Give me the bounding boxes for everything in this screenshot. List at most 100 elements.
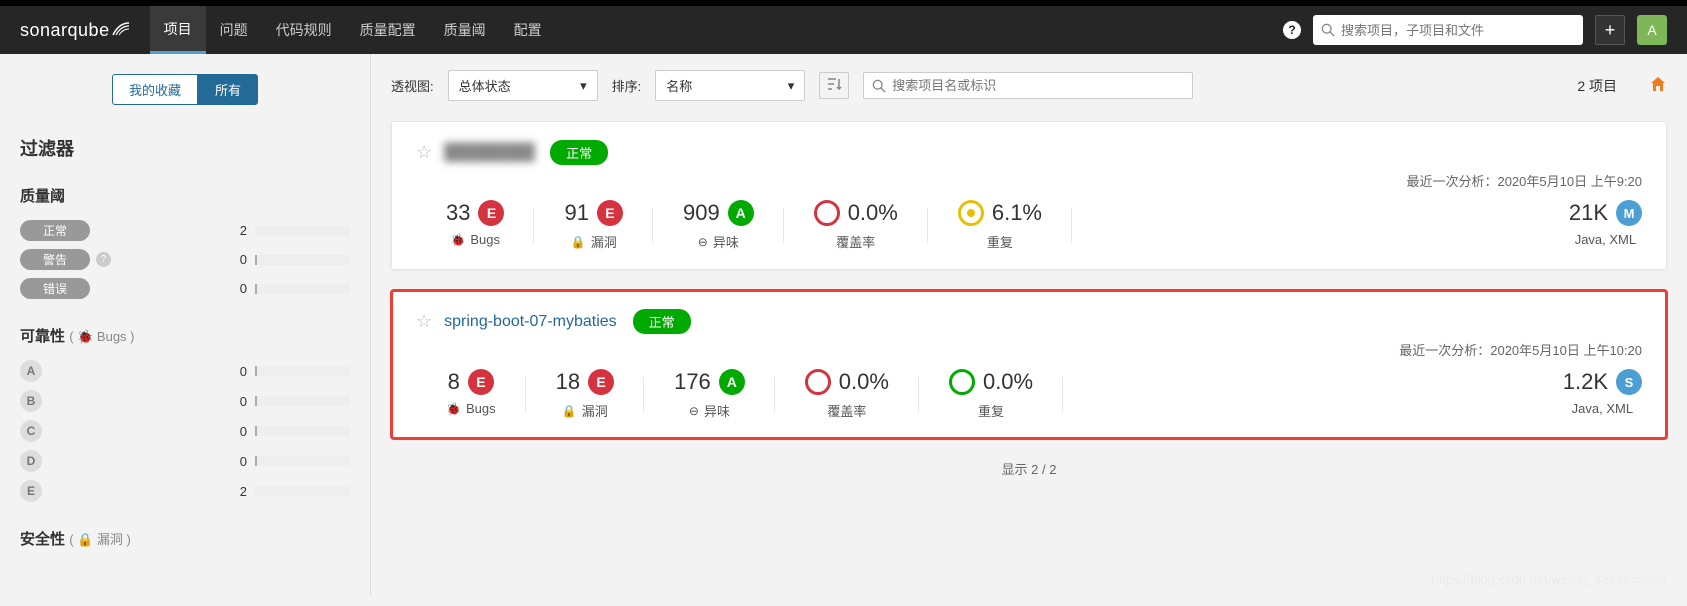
- label: 🐞Bugs: [446, 401, 496, 416]
- sort-icon: [826, 77, 842, 91]
- count: 0: [217, 454, 247, 469]
- last-analysis: 最近一次分析：2020年5月10日 上午10:20: [416, 340, 1642, 359]
- tab-all[interactable]: 所有: [198, 74, 258, 105]
- nav-gates[interactable]: 质量阈: [430, 6, 500, 54]
- main: 我的收藏 所有 过滤器 质量阈 正常 2 警告 ? 0 错误 0: [0, 54, 1687, 595]
- metric-vulnerabilities[interactable]: 18E 🔒漏洞: [526, 369, 644, 420]
- sort-direction-button[interactable]: [819, 72, 849, 99]
- chevron-down-icon: ▾: [788, 78, 795, 94]
- count: 2: [217, 223, 247, 238]
- nav-profiles[interactable]: 质量配置: [346, 6, 430, 54]
- rating-row-d[interactable]: D0: [20, 450, 350, 472]
- bar: [255, 396, 350, 406]
- rating-row-c[interactable]: C0: [20, 420, 350, 442]
- perspective-dropdown[interactable]: 总体状态 ▾: [448, 70, 598, 101]
- tab-favorites[interactable]: 我的收藏: [112, 74, 198, 105]
- value: 8: [448, 369, 460, 395]
- metric-smells[interactable]: 176A ⊖异味: [644, 369, 775, 420]
- metric-bugs[interactable]: 8E 🐞Bugs: [416, 369, 526, 420]
- bug-icon: 🐞: [446, 402, 461, 416]
- search-icon: [1321, 23, 1335, 37]
- rating-icon: D: [20, 450, 42, 472]
- footer-count: 显示 2 / 2: [391, 459, 1667, 478]
- nav-admin[interactable]: 配置: [500, 6, 556, 54]
- filter-error[interactable]: 错误 0: [20, 278, 350, 299]
- metric-duplication[interactable]: 6.1% 重复: [928, 200, 1072, 251]
- last-analysis: 最近一次分析：2020年5月10日 上午9:20: [416, 171, 1642, 190]
- nav-right: ? + A: [1283, 15, 1667, 45]
- bar: [255, 486, 350, 496]
- metric-bugs[interactable]: 33E 🐞Bugs: [416, 200, 534, 251]
- project-search-input[interactable]: [892, 78, 1184, 93]
- global-search-input[interactable]: [1341, 23, 1575, 38]
- rating-row-a[interactable]: A0: [20, 360, 350, 382]
- label: 重复: [958, 232, 1042, 251]
- pill-ok: 正常: [20, 220, 90, 241]
- label: 重复: [949, 401, 1033, 420]
- rating-icon: A: [719, 369, 745, 395]
- sort-label: 排序:: [612, 76, 642, 95]
- pill-warn: 警告: [20, 249, 90, 270]
- nav-issues[interactable]: 问题: [206, 6, 262, 54]
- rating-icon: C: [20, 420, 42, 442]
- global-search[interactable]: [1313, 15, 1583, 45]
- metric-size[interactable]: 21KM Java, XML: [1539, 200, 1642, 251]
- title-text: 可靠性: [20, 328, 65, 345]
- user-avatar[interactable]: A: [1637, 15, 1667, 45]
- rating-icon: E: [20, 480, 42, 502]
- project-search[interactable]: [863, 72, 1193, 99]
- count: 2: [217, 484, 247, 499]
- count: 0: [217, 394, 247, 409]
- metric-size[interactable]: 1.2KS Java, XML: [1533, 369, 1642, 420]
- home-icon[interactable]: [1649, 75, 1667, 96]
- label: ⊖异味: [674, 401, 745, 420]
- value: 6.1%: [992, 200, 1042, 226]
- metric-smells[interactable]: 909A ⊖异味: [653, 200, 784, 251]
- rating-icon: B: [20, 390, 42, 412]
- navbar: sonarqube 项目 问题 代码规则 质量配置 质量阈 配置 ? + A: [0, 6, 1687, 54]
- rating-icon: E: [478, 200, 504, 226]
- metric-vulnerabilities[interactable]: 91E 🔒漏洞: [534, 200, 652, 251]
- help-icon[interactable]: ?: [1283, 21, 1301, 39]
- duplication-circle-icon: [958, 200, 984, 226]
- nav-rules[interactable]: 代码规则: [262, 6, 346, 54]
- duplication-circle-icon: [949, 369, 975, 395]
- logo-part2: qube: [68, 20, 110, 40]
- smell-icon: ⊖: [698, 235, 708, 249]
- count: 0: [217, 252, 247, 267]
- logo[interactable]: sonarqube: [20, 20, 130, 41]
- smell-icon: ⊖: [689, 404, 699, 418]
- count: 0: [217, 364, 247, 379]
- logo-part1: sonar: [20, 20, 68, 40]
- watermark: https://blog.csdn.net/weixin_42########: [1431, 572, 1667, 587]
- label: 🔒漏洞: [556, 401, 614, 420]
- favorite-star-icon[interactable]: ☆: [416, 311, 432, 332]
- card-header: ☆ ████████ 正常: [416, 140, 1642, 165]
- sort-dropdown[interactable]: 名称 ▾: [655, 70, 805, 101]
- project-name[interactable]: ████████: [444, 144, 534, 162]
- fav-toggle: 我的收藏 所有: [20, 74, 350, 105]
- metric-duplication[interactable]: 0.0% 重复: [919, 369, 1063, 420]
- help-icon[interactable]: ?: [96, 252, 111, 267]
- nav-projects[interactable]: 项目: [150, 6, 206, 54]
- value: 0.0%: [848, 200, 898, 226]
- filter-ok[interactable]: 正常 2: [20, 220, 350, 241]
- rating-icon: E: [597, 200, 623, 226]
- value: 18: [556, 369, 580, 395]
- dropdown-value: 名称: [666, 76, 692, 95]
- value: 91: [564, 200, 588, 226]
- filter-reliability: 可靠性 ( 🐞 Bugs ) A0 B0 C0 D0 E2: [20, 325, 350, 502]
- rating-icon: E: [468, 369, 494, 395]
- logo-wave-icon: [112, 20, 130, 41]
- rating-row-e[interactable]: E2: [20, 480, 350, 502]
- metric-coverage[interactable]: 0.0% 覆盖率: [775, 369, 919, 420]
- label: Java, XML: [1569, 232, 1642, 247]
- rating-row-b[interactable]: B0: [20, 390, 350, 412]
- create-button[interactable]: +: [1595, 15, 1625, 45]
- filter-warn[interactable]: 警告 ? 0: [20, 249, 350, 270]
- favorite-star-icon[interactable]: ☆: [416, 142, 432, 163]
- metric-coverage[interactable]: 0.0% 覆盖率: [784, 200, 928, 251]
- project-name[interactable]: spring-boot-07-mybaties: [444, 313, 617, 331]
- size-badge-icon: S: [1616, 369, 1642, 395]
- title-sub: ( 🔒 漏洞 ): [69, 532, 131, 547]
